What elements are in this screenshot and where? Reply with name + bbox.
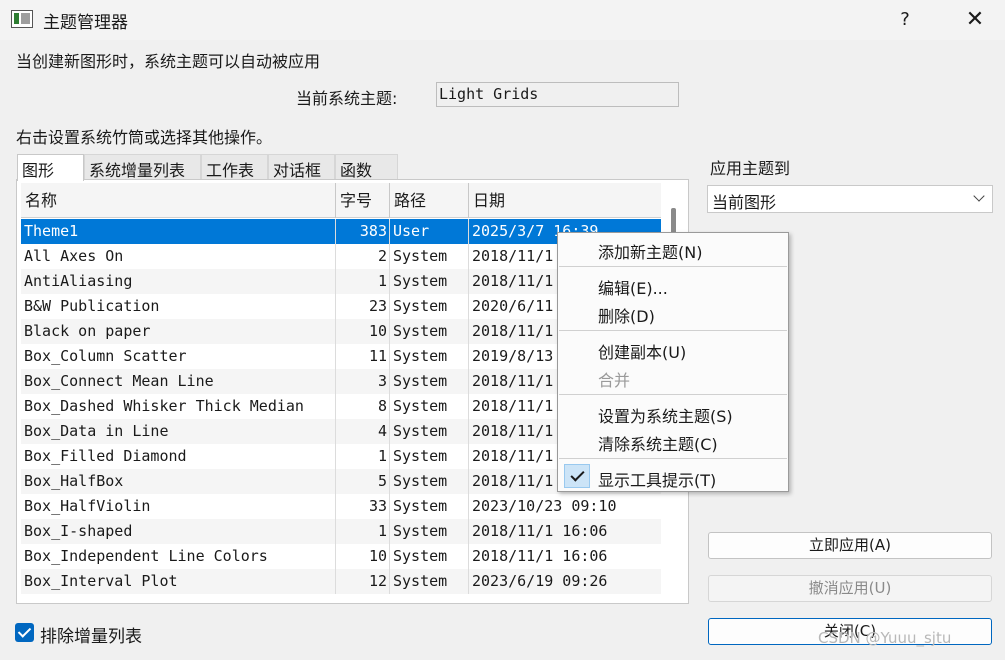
cell-path: System [390,444,469,469]
undo-apply-button[interactable]: 撤消应用(U) [708,575,992,602]
theme-manager-app-icon [11,10,33,28]
apply-now-button[interactable]: 立即应用(A) [708,532,992,559]
help-button[interactable]: ? [890,5,920,35]
menu-item-duplicate[interactable]: 创建副本(U) [598,339,686,363]
cell-name: Black on paper [21,319,336,344]
table-row[interactable]: Box_HalfViolin 33 System 2023/10/23 09:10 [21,494,661,519]
cell-size: 10 [336,319,390,344]
cell-name: Box_Column Scatter [21,344,336,369]
cell-name: Box_Connect Mean Line [21,369,336,394]
cell-path: System [390,544,469,569]
cell-size: 1 [336,519,390,544]
cell-size: 2 [336,244,390,269]
cell-date: 2018/11/1 16:06 [472,522,608,540]
cell-path: System [390,519,469,544]
cell-path: System [390,319,469,344]
cell-name: Box_Data in Line [21,419,336,444]
cell-size: 3 [336,369,390,394]
menu-item-delete[interactable]: 删除(D) [598,303,655,327]
cell-size: 8 [336,394,390,419]
exclude-increment-checkbox[interactable] [15,623,34,642]
cell-size: 4 [336,419,390,444]
checkmark-icon [564,464,590,488]
watermark: CSDN @Yuuu_sjtu [818,629,952,647]
cell-path: System [390,569,469,594]
menu-separator [559,394,787,395]
menu-item-set-system-theme[interactable]: 设置为系统主题(S) [598,403,733,427]
cell-name: All Axes On [21,244,336,269]
cell-size: 383 [336,219,390,244]
cell-name: Box_Filled Diamond [21,444,336,469]
description-text: 当创建新图形时，系统主题可以自动被应用 [16,52,321,71]
cell-name: B&W Publication [21,294,336,319]
cell-name: Box_Dashed Whisker Thick Median [21,394,336,419]
table-scrollbar[interactable] [671,208,676,234]
cell-path: System [390,344,469,369]
title-bar: 主题管理器 ? ✕ [0,0,1005,40]
cell-path: System [390,494,469,519]
cell-path: System [390,269,469,294]
menu-separator [559,458,787,459]
menu-separator [559,330,787,331]
cell-path: System [390,369,469,394]
window-title: 主题管理器 [43,13,128,33]
table-row[interactable]: Box_Independent Line Colors 10 System 2018/… [21,544,661,569]
cell-path: System [390,394,469,419]
cell-path: System [390,469,469,494]
cell-path: User [390,219,469,244]
close-window-button[interactable]: ✕ [955,3,995,37]
cell-size: 11 [336,344,390,369]
system-theme-label: 当前系统主题: [296,89,398,108]
cell-size: 1 [336,269,390,294]
tab-graph[interactable]: 图形 [17,154,84,181]
tab-function[interactable]: 函数 [335,154,398,180]
cell-name: Box_HalfViolin [21,494,336,519]
cell-date: 2023/10/23 09:10 [472,497,617,515]
menu-item-clear-system-theme[interactable]: 清除系统主题(C) [598,431,718,455]
cell-name: Box_HalfBox [21,469,336,494]
column-header-date[interactable]: 日期 [469,183,661,218]
cell-size: 12 [336,569,390,594]
menu-item-merge: 合并 [598,371,631,390]
cell-path: System [390,294,469,319]
exclude-increment-label[interactable]: 排除增量列表 [40,622,142,647]
chevron-down-icon [973,190,985,202]
menu-item-show-tooltips[interactable]: 显示工具提示(T) [598,467,716,491]
hint-text: 右击设置系统竹筒或选择其他操作。 [16,128,273,147]
context-menu: 添加新主题(N) 编辑(E)... 删除(D) 创建副本(U) 合并 设置为系统… [557,232,789,492]
cell-date: 2018/11/1 16:06 [472,547,608,565]
apply-to-label: 应用主题到 [710,159,791,178]
tab-worksheet[interactable]: 工作表 [201,154,268,180]
menu-separator [559,266,787,267]
cell-path: System [390,419,469,444]
menu-item-edit[interactable]: 编辑(E)... [598,275,668,299]
system-theme-field: Light Grids [436,82,679,107]
menu-item-add-new-theme[interactable]: 添加新主题(N) [598,239,702,263]
column-header-path[interactable]: 路径 [390,183,469,218]
apply-to-value: 当前图形 [712,193,777,212]
tab-dialog[interactable]: 对话框 [268,154,335,180]
cell-date: 2023/6/19 09:26 [472,572,608,590]
cell-size: 10 [336,544,390,569]
cell-size: 23 [336,294,390,319]
cell-name: Box_Independent Line Colors [21,544,336,569]
column-header-name[interactable]: 名称 [21,183,336,218]
apply-to-dropdown[interactable]: 当前图形 [707,185,993,213]
cell-size: 33 [336,494,390,519]
column-header-size[interactable]: 字号 [336,183,390,218]
table-header: 名称 字号 路径 日期 [21,183,661,218]
cell-size: 5 [336,469,390,494]
cell-name: AntiAliasing [21,269,336,294]
table-row[interactable]: Box_Interval Plot 12 System 2023/6/19 09:26 [21,569,661,594]
table-row[interactable]: Box_I-shaped 1 System 2018/11/1 16:06 [21,519,661,544]
cell-name: Box_Interval Plot [21,569,336,594]
tab-system-increment-list[interactable]: 系统增量列表 [84,154,201,180]
cell-name: Box_I-shaped [21,519,336,544]
cell-size: 1 [336,444,390,469]
cell-path: System [390,244,469,269]
cell-name: Theme1 [21,219,336,244]
